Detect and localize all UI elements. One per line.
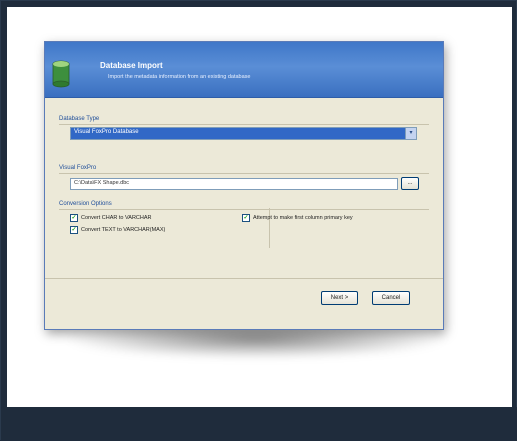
database-icon [52, 60, 70, 88]
primary-key-checkbox[interactable]: ✓ Attempt to make first column primary k… [242, 214, 353, 222]
cancel-button[interactable]: Cancel [372, 291, 410, 305]
checkbox-label: Convert CHAR to VARCHAR [81, 215, 152, 221]
database-import-dialog: Database Import Import the metadata info… [44, 41, 444, 330]
foxpro-path-value: C:\Data\FX Shape.dbc [74, 180, 130, 186]
database-type-label: Database Type [59, 116, 100, 122]
checkbox-label: Attempt to make first column primary key [253, 215, 353, 221]
divider [59, 124, 429, 125]
bottom-bar [1, 407, 517, 441]
screenshot-frame: Database Import Import the metadata info… [0, 0, 517, 441]
next-button[interactable]: Next > [321, 291, 358, 305]
check-icon: ✓ [70, 214, 78, 222]
visual-foxpro-label: Visual FoxPro [59, 165, 97, 171]
divider [59, 173, 429, 174]
browse-button[interactable]: ... [401, 177, 419, 190]
divider [59, 209, 429, 210]
footer-divider [45, 278, 443, 279]
check-icon: ✓ [70, 226, 78, 234]
conversion-options-label: Conversion Options [59, 201, 112, 207]
convert-char-checkbox[interactable]: ✓ Convert CHAR to VARCHAR [70, 214, 152, 222]
checkbox-label: Convert TEXT to VARCHAR(MAX) [81, 227, 166, 233]
dialog-title: Database Import [100, 61, 163, 70]
check-icon: ✓ [242, 214, 250, 222]
convert-text-checkbox[interactable]: ✓ Convert TEXT to VARCHAR(MAX) [70, 226, 165, 234]
dialog-subtitle: Import the metadata information from an … [108, 74, 251, 80]
foxpro-path-input[interactable]: C:\Data\FX Shape.dbc [70, 178, 398, 190]
database-type-select[interactable]: Visual FoxPro Database ▾ [70, 127, 417, 140]
database-type-value: Visual FoxPro Database [74, 129, 139, 135]
chevron-down-icon[interactable]: ▾ [405, 127, 417, 140]
dialog-header: Database Import Import the metadata info… [45, 42, 443, 98]
